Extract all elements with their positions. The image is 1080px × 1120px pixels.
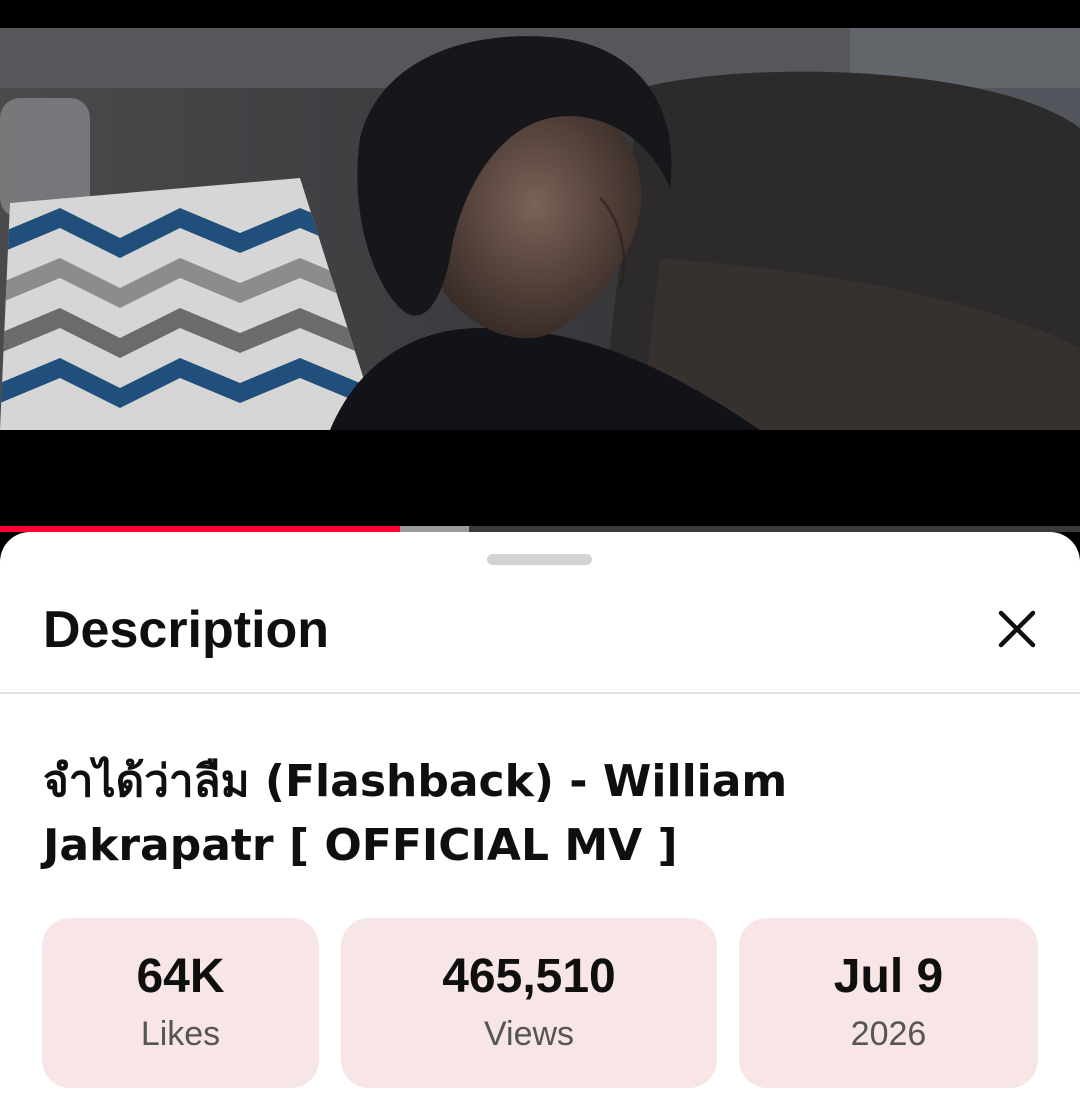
video-player[interactable] xyxy=(0,0,1080,532)
close-icon xyxy=(998,610,1036,648)
views-label: Views xyxy=(483,1015,575,1053)
close-button[interactable] xyxy=(988,600,1046,658)
video-frame[interactable] xyxy=(0,28,1080,430)
date-stat: Jul 9 2026 xyxy=(739,918,1038,1088)
likes-stat: 64K Likes xyxy=(42,918,319,1088)
description-title: Description xyxy=(43,601,330,659)
likes-count: 64K xyxy=(136,950,225,1003)
views-stat: 465,510 Views xyxy=(341,918,717,1088)
video-title: จำได้ว่าลืม (Flashback) - William Jakrap… xyxy=(43,756,788,871)
likes-label: Likes xyxy=(140,1015,221,1053)
views-count: 465,510 xyxy=(442,950,616,1003)
description-header: Description xyxy=(0,572,1080,694)
year-value: 2026 xyxy=(850,1015,927,1053)
video-thumbnail-scene xyxy=(0,28,1080,430)
drag-handle[interactable] xyxy=(487,554,592,565)
description-sheet: Description จำได้ว่าลืม (Flashback) - Wi… xyxy=(0,532,1080,1120)
date-value: Jul 9 xyxy=(833,950,944,1003)
stats-row: 64K Likes 465,510 Views Jul 9 2026 xyxy=(42,918,1038,1088)
